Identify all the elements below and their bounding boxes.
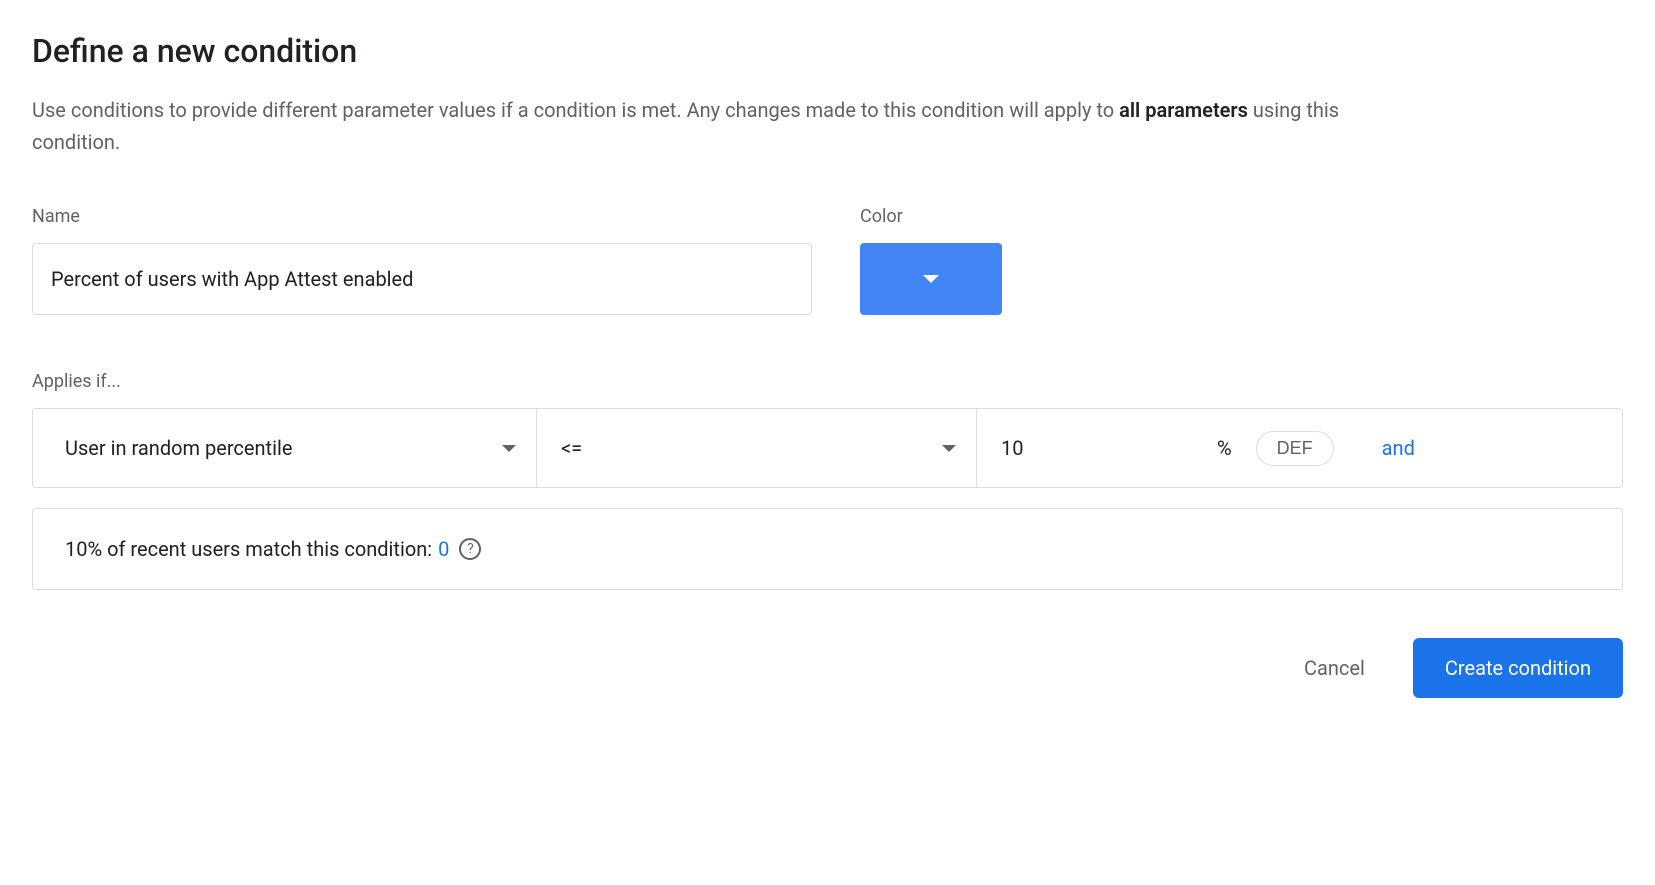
match-info-box: 10% of recent users match this condition… [32, 508, 1623, 590]
caret-down-icon [502, 445, 516, 452]
def-chip[interactable]: DEF [1256, 431, 1334, 466]
name-label: Name [32, 206, 812, 227]
page-title: Define a new condition [32, 32, 1623, 70]
page-description: Use conditions to provide different para… [32, 94, 1432, 158]
operator-value: <= [561, 436, 582, 460]
caret-down-icon [923, 275, 939, 283]
color-label: Color [860, 206, 1002, 227]
condition-value-input[interactable] [977, 409, 1217, 487]
applies-label: Applies if... [32, 371, 1623, 392]
cancel-button[interactable]: Cancel [1288, 644, 1381, 692]
create-condition-button[interactable]: Create condition [1413, 638, 1623, 698]
help-icon[interactable]: ? [459, 538, 481, 560]
caret-down-icon [942, 445, 956, 452]
condition-row: User in random percentile <= % DEF and [32, 408, 1623, 488]
condition-type-value: User in random percentile [65, 436, 292, 460]
name-group: Name [32, 206, 812, 315]
name-input[interactable] [32, 243, 812, 315]
description-text-1: Use conditions to provide different para… [32, 98, 1119, 122]
operator-select[interactable]: <= [537, 409, 977, 487]
description-bold: all parameters [1119, 98, 1248, 122]
color-picker-button[interactable] [860, 243, 1002, 315]
percent-unit: % [1217, 436, 1232, 460]
form-row: Name Color [32, 206, 1623, 315]
condition-type-select[interactable]: User in random percentile [57, 409, 537, 487]
dialog-actions: Cancel Create condition [32, 638, 1623, 698]
applies-section: Applies if... User in random percentile … [32, 371, 1623, 590]
and-link[interactable]: and [1382, 436, 1415, 460]
color-group: Color [860, 206, 1002, 315]
match-info-text: 10% of recent users match this condition… [65, 537, 432, 561]
match-count: 0 [438, 537, 449, 561]
